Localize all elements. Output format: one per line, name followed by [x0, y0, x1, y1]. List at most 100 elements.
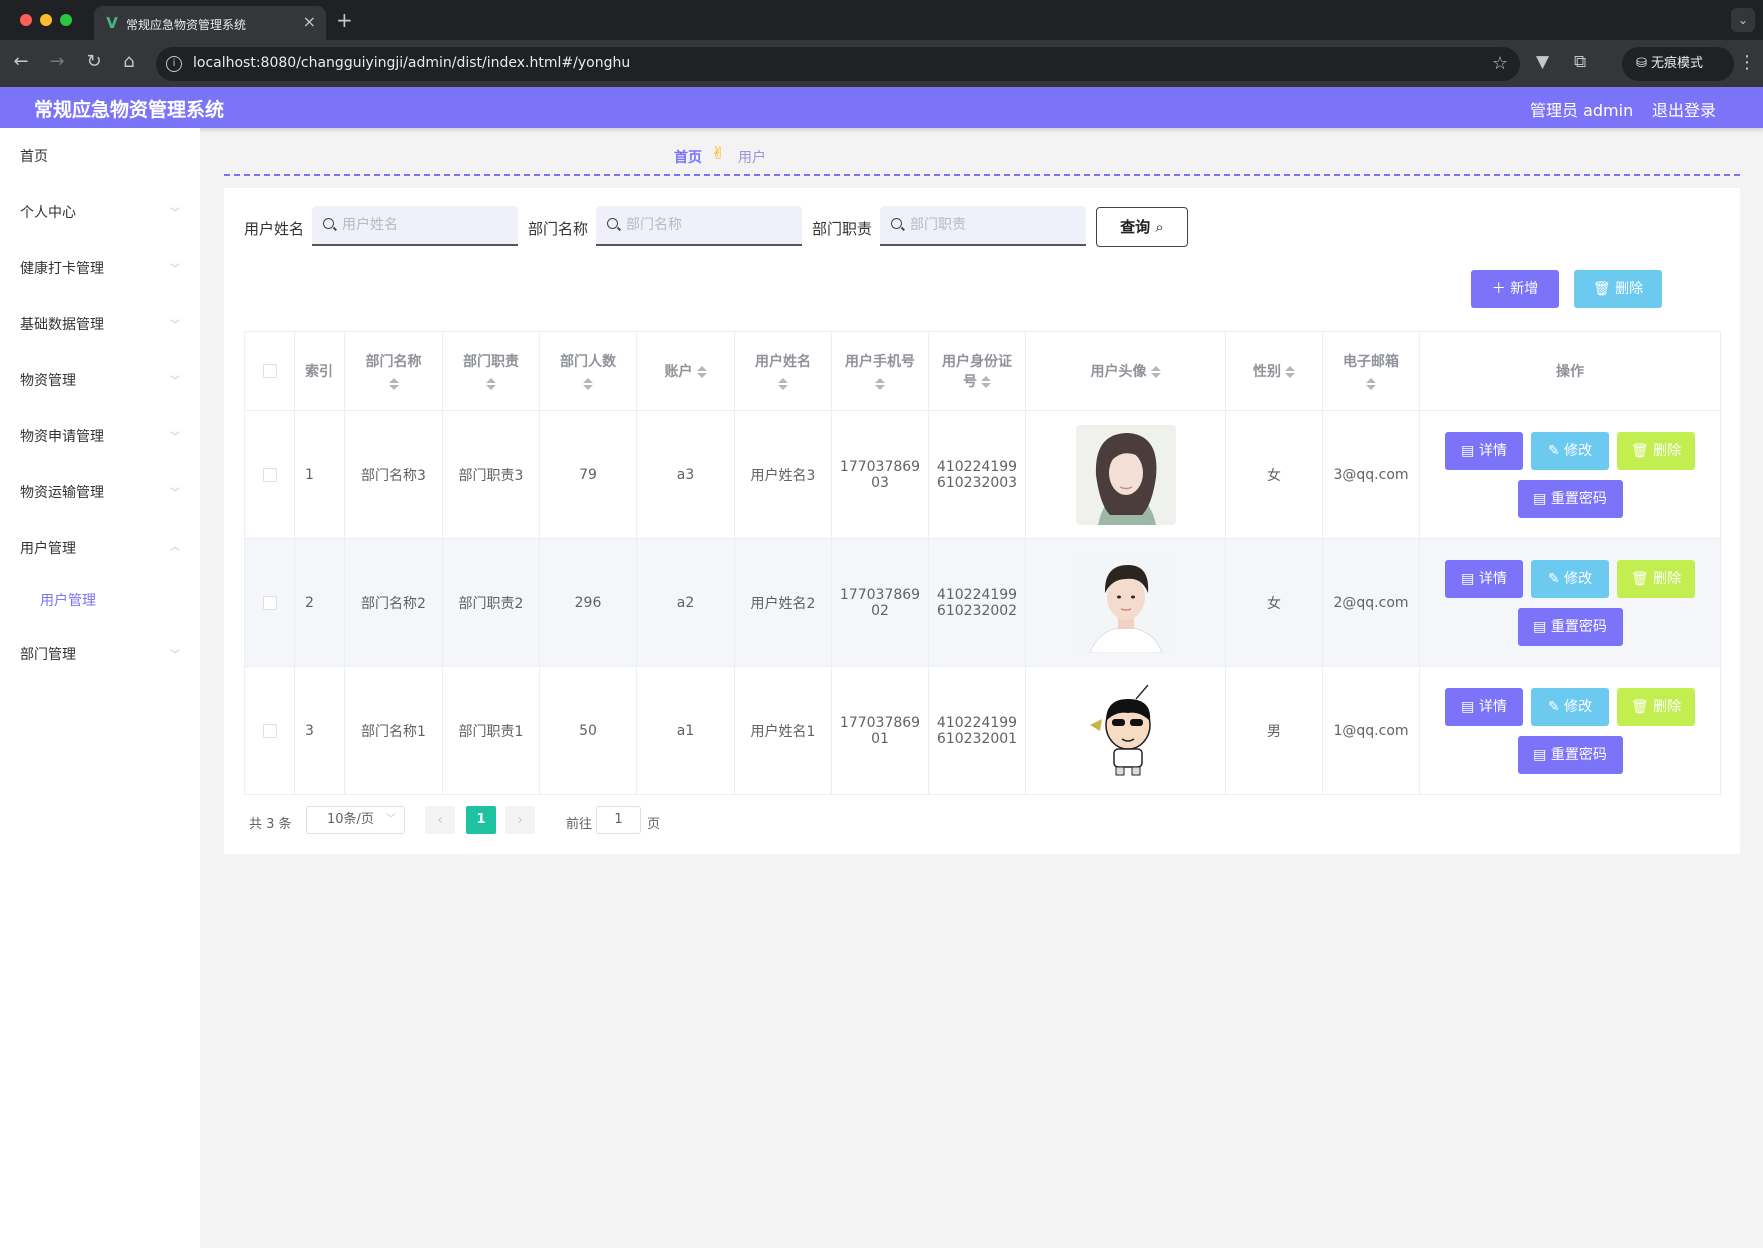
window-close-button[interactable] [20, 14, 32, 26]
dept-name-filter[interactable] [596, 206, 802, 246]
extensions-puzzle-icon[interactable]: ⧉ [1574, 52, 1586, 72]
phone-part-1: 177037869 [839, 586, 921, 603]
row-checkbox[interactable] [262, 595, 277, 610]
reset-password-button[interactable]: ▤ 重置密码 [1517, 735, 1623, 774]
sort-icon[interactable] [778, 377, 788, 391]
forward-arrow-icon[interactable]: → [46, 52, 68, 72]
sidebar-item-home[interactable]: 首页 [20, 146, 48, 166]
detail-button[interactable]: ▤ 详情 [1445, 687, 1523, 726]
user-name-filter[interactable] [312, 206, 518, 246]
url-text[interactable]: localhost:8080/changguiyingji/admin/dist… [193, 55, 630, 71]
delete-button[interactable]: 🗑 删除 [1617, 431, 1695, 470]
tab-search-chevron-icon[interactable]: ⌄ [1731, 8, 1755, 32]
sort-icon[interactable] [1366, 377, 1376, 391]
row-checkbox[interactable] [262, 467, 277, 482]
dept-name-input[interactable] [626, 206, 796, 244]
logout-link[interactable]: 退出登录 [1652, 97, 1716, 121]
avatar-image[interactable] [1075, 680, 1176, 781]
header-dept-duty[interactable]: 部门职责 [442, 331, 540, 411]
site-info-icon[interactable]: i [166, 56, 182, 72]
chevron-down-icon: ﹀ [170, 208, 180, 219]
header-ops: 操作 [1419, 331, 1721, 411]
bookmark-star-icon[interactable]: ☆ [1492, 53, 1508, 74]
reset-password-button[interactable]: ▤ 重置密码 [1517, 479, 1623, 518]
avatar-image[interactable] [1075, 552, 1176, 653]
header-dept-count[interactable]: 部门人数 [539, 331, 637, 411]
back-arrow-icon[interactable]: ← [10, 52, 32, 72]
header-dept-name[interactable]: 部门名称 [344, 331, 443, 411]
window-minimize-button[interactable] [40, 14, 52, 26]
sort-icon[interactable] [486, 377, 496, 391]
edit-button[interactable]: ✎ 修改 [1531, 559, 1609, 598]
delete-button[interactable]: 🗑 删除 [1617, 559, 1695, 598]
sidebar-item-users[interactable]: 用户管理 [20, 538, 76, 558]
search-icon: ⌕ [1155, 218, 1164, 236]
sort-icon[interactable] [875, 377, 885, 391]
tab-close-icon[interactable]: × [303, 14, 316, 30]
sort-icon[interactable] [981, 375, 991, 389]
incognito-badge[interactable]: ⛁ 无痕模式 [1622, 47, 1734, 81]
header-avatar-label: 用户头像 [1090, 364, 1147, 380]
breadcrumb-home[interactable]: 首页 [674, 147, 702, 167]
next-page-button[interactable]: › [505, 806, 535, 834]
sort-icon[interactable] [1150, 365, 1161, 379]
add-button[interactable]: ＋ 新增 [1471, 270, 1559, 308]
reset-password-button[interactable]: ▤ 重置密码 [1517, 607, 1623, 646]
row-checkbox[interactable] [262, 723, 277, 738]
edit-button[interactable]: ✎ 修改 [1531, 431, 1609, 470]
dept-name-filter-label: 部门名称 [528, 220, 589, 238]
sidebar-item-departments[interactable]: 部门管理 [20, 644, 76, 664]
sort-icon[interactable] [388, 377, 399, 391]
header-id-card[interactable]: 用户身份证号 [928, 331, 1026, 411]
browser-tab[interactable]: V 常规应急物资管理系统 × [94, 6, 326, 40]
current-page-button[interactable]: 1 [466, 806, 496, 834]
address-bar[interactable]: i localhost:8080/changguiyingji/admin/di… [156, 47, 1520, 81]
sidebar-item-material-requests[interactable]: 物资申请管理 [20, 426, 104, 446]
header-user-name[interactable]: 用户姓名 [734, 331, 832, 411]
header-avatar[interactable]: 用户头像 [1025, 331, 1226, 411]
cell-avatar [1025, 666, 1226, 795]
header-account-label: 账户 [664, 364, 693, 380]
browser-menu-icon[interactable]: ⋮ [1738, 52, 1756, 73]
delete-button[interactable]: 🗑 删除 [1617, 687, 1695, 726]
row-select-cell[interactable] [244, 538, 295, 667]
header-gender[interactable]: 性别 [1225, 331, 1323, 411]
row-select-cell[interactable] [244, 410, 295, 539]
detail-button[interactable]: ▤ 详情 [1445, 559, 1523, 598]
goto-page-input[interactable]: 1 [596, 806, 641, 834]
vue-devtools-icon[interactable]: ▼ [1536, 52, 1549, 72]
select-all-cell[interactable] [244, 331, 295, 411]
sort-icon[interactable] [696, 365, 707, 379]
sidebar-subitem-users[interactable]: 用户管理 [40, 590, 96, 610]
prev-page-button[interactable]: ‹ [425, 806, 455, 834]
home-icon[interactable]: ⌂ [118, 52, 140, 72]
avatar-image[interactable] [1075, 424, 1176, 525]
window-maximize-button[interactable] [60, 14, 72, 26]
detail-button[interactable]: ▤ 详情 [1445, 431, 1523, 470]
dept-duty-input[interactable] [910, 206, 1080, 244]
sidebar-item-health-checkin[interactable]: 健康打卡管理 [20, 258, 104, 278]
incognito-label: 无痕模式 [1651, 56, 1704, 71]
reload-icon[interactable]: ↻ [83, 52, 105, 72]
header-account[interactable]: 账户 [636, 331, 735, 411]
query-button[interactable]: 查询 ⌕ [1096, 207, 1188, 247]
dept-duty-filter[interactable] [880, 206, 1086, 246]
select-all-checkbox[interactable] [262, 364, 277, 378]
batch-delete-button[interactable]: 🗑 删除 [1574, 270, 1662, 308]
table-header-row: 索引 部门名称 部门职责 部门人数 账户 用户姓名 用户手机号 用户身份证号 用… [244, 331, 1721, 411]
header-phone[interactable]: 用户手机号 [831, 331, 929, 411]
sidebar-item-personal-center[interactable]: 个人中心 [20, 202, 76, 222]
sort-icon[interactable] [1285, 365, 1295, 379]
sidebar-item-materials[interactable]: 物资管理 [20, 370, 76, 390]
user-name-input[interactable] [342, 206, 512, 244]
page-size-select[interactable]: 10条/页 ﹀ [306, 806, 405, 834]
edit-button[interactable]: ✎ 修改 [1531, 687, 1609, 726]
row-select-cell[interactable] [244, 666, 295, 795]
new-tab-icon[interactable]: + [336, 10, 353, 30]
sidebar-item-material-transport[interactable]: 物资运输管理 [20, 482, 104, 502]
chevron-down-icon: ﹀ [170, 376, 180, 387]
header-email[interactable]: 电子邮箱 [1322, 331, 1420, 411]
detail-label: 详情 [1478, 442, 1507, 459]
sidebar-item-basic-data[interactable]: 基础数据管理 [20, 314, 104, 334]
sort-icon[interactable] [583, 377, 593, 391]
